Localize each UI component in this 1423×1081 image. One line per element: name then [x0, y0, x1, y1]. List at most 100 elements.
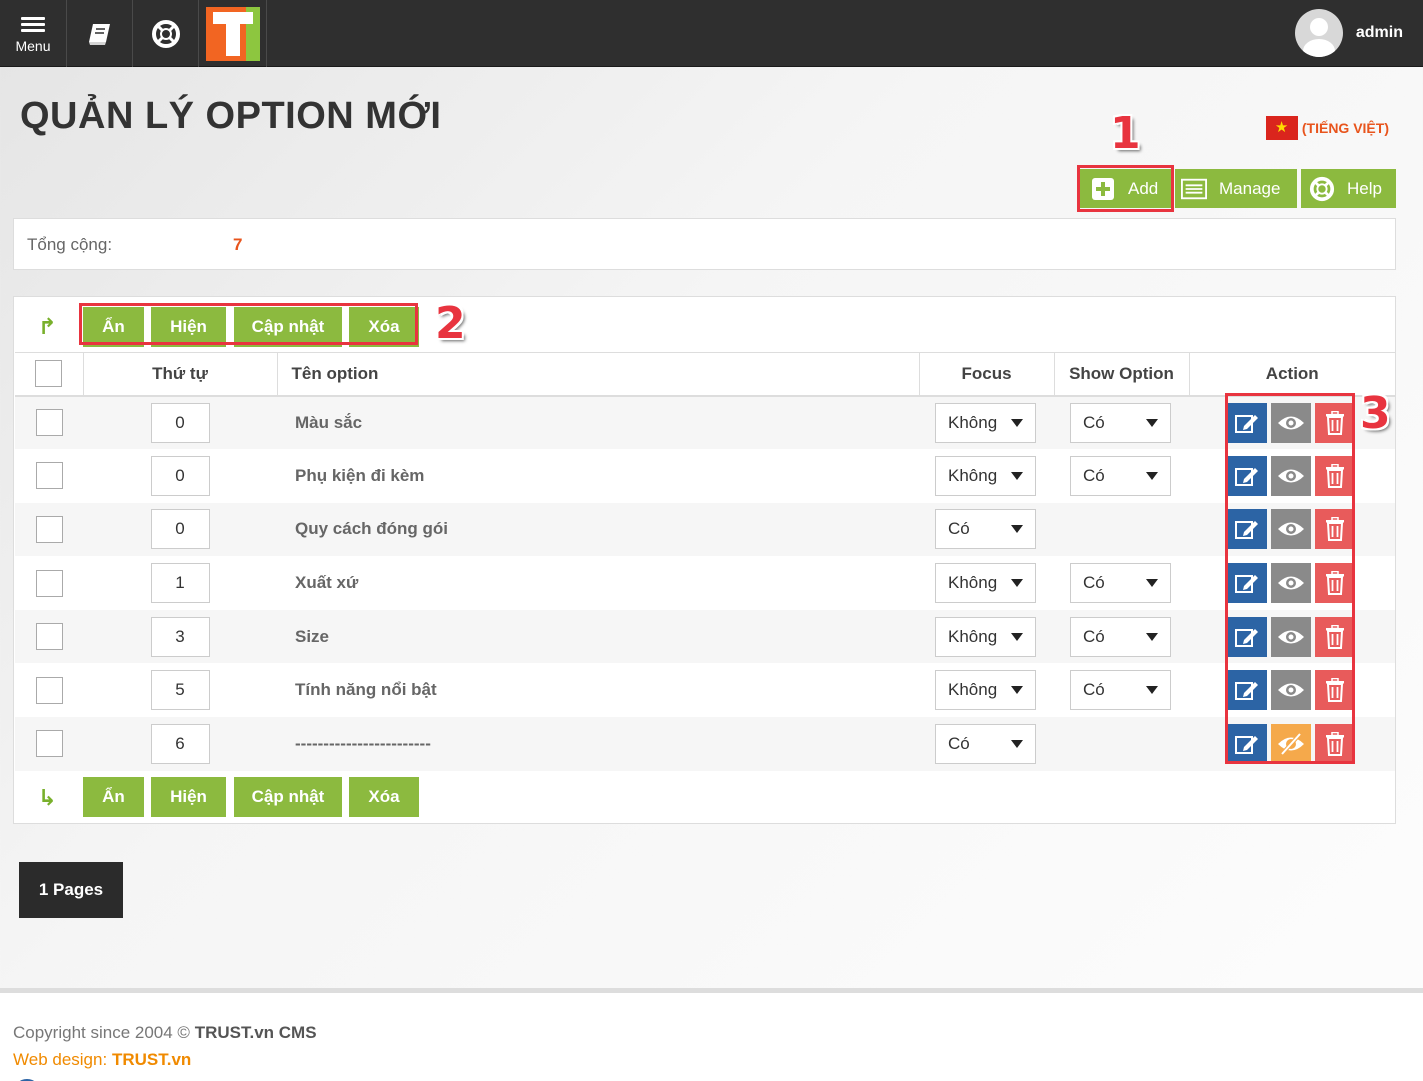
order-input[interactable]: 0: [150, 509, 210, 550]
annotation-3: 3: [1360, 388, 1391, 439]
show-button-bottom[interactable]: Hiện: [151, 777, 226, 817]
option-name: Xuất xứ: [277, 556, 919, 610]
order-cell: 0: [83, 395, 277, 450]
focus-select[interactable]: Không: [935, 402, 1036, 443]
show-option-cell: [1054, 502, 1189, 557]
table-row: 3 Size Không Có: [15, 609, 1395, 664]
add-label: Add: [1128, 178, 1159, 198]
annotation-box-2: [79, 303, 418, 345]
top-navbar: Menu admin: [0, 0, 1423, 67]
webdesign-link[interactable]: TRUST.vn: [112, 1050, 191, 1069]
show-option-select[interactable]: Có: [1070, 563, 1171, 604]
language-switcher[interactable]: ★ (TIẾNG VIỆT): [1265, 116, 1389, 140]
caret-down-icon: [1146, 579, 1158, 588]
caret-down-icon: [1011, 739, 1023, 748]
trust-logo-link[interactable]: [199, 0, 267, 67]
annotation-box-3: [1225, 393, 1355, 764]
table-row: 6 ------------------------ Có: [15, 717, 1395, 771]
focus-cell: Không: [919, 609, 1054, 664]
show-option-select[interactable]: Có: [1070, 402, 1171, 443]
caret-down-icon: [1146, 471, 1158, 480]
focus-select[interactable]: Có: [935, 723, 1036, 764]
focus-select[interactable]: Không: [935, 670, 1036, 711]
order-input[interactable]: 1: [150, 563, 210, 604]
order-input[interactable]: 0: [150, 455, 210, 496]
caret-down-icon: [1011, 418, 1023, 427]
book-button[interactable]: [67, 0, 133, 67]
option-name: ------------------------: [277, 717, 919, 771]
help-top-button[interactable]: [133, 0, 199, 67]
row-checkbox[interactable]: [35, 569, 63, 597]
table-header-row: Thứ tự Tên option Focus Show Option Acti…: [15, 352, 1395, 397]
footer: Copyright since 2004 © TRUST.vn CMS Web …: [0, 988, 1423, 1081]
header-name: Tên option: [276, 352, 919, 397]
row-checkbox[interactable]: [35, 515, 63, 543]
order-input[interactable]: 0: [150, 402, 210, 443]
focus-value: Không: [948, 465, 998, 485]
manage-label: Manage: [1219, 178, 1281, 198]
row-checkbox[interactable]: [35, 409, 63, 437]
table-row: 0 Quy cách đóng gói Có: [15, 502, 1395, 557]
pagination-button[interactable]: 1 Pages: [19, 862, 123, 918]
page-title: QUẢN LÝ OPTION MỚI: [20, 95, 442, 137]
show-option-select[interactable]: Có: [1070, 670, 1171, 711]
webdesign-text: Web design: TRUST.vn: [13, 1050, 191, 1070]
show-option-cell: Có: [1054, 395, 1189, 450]
row-checkbox[interactable]: [35, 730, 63, 758]
option-name: Tính năng nổi bật: [277, 663, 919, 718]
arrow-turn-icon: ↱: [38, 314, 57, 339]
order-input[interactable]: 5: [150, 670, 210, 711]
focus-select[interactable]: Không: [935, 616, 1036, 657]
select-cell: [15, 556, 83, 610]
option-name: Màu sắc: [277, 395, 919, 450]
vietnam-flag-icon: ★: [1265, 116, 1298, 140]
focus-value: Không: [948, 412, 998, 432]
order-cell: 6: [83, 717, 277, 771]
select-all-checkbox[interactable]: [35, 360, 63, 388]
row-checkbox[interactable]: [35, 676, 63, 704]
menu-button[interactable]: Menu: [0, 0, 67, 67]
copyright-prefix: Copyright since 2004 ©: [13, 1023, 190, 1042]
total-label: Tổng cộng:: [27, 235, 113, 254]
row-checkbox[interactable]: [35, 462, 63, 490]
caret-down-icon: [1011, 579, 1023, 588]
header-order: Thứ tự: [82, 352, 277, 397]
focus-select[interactable]: Không: [935, 455, 1036, 496]
focus-select[interactable]: Không: [935, 563, 1036, 604]
show-option-select[interactable]: Có: [1070, 455, 1171, 496]
delete-button-bottom[interactable]: Xóa: [349, 777, 419, 817]
order-input[interactable]: 3: [150, 616, 210, 657]
caret-down-icon: [1011, 471, 1023, 480]
user-menu[interactable]: admin: [1294, 9, 1403, 57]
show-option-select[interactable]: Có: [1070, 616, 1171, 657]
add-button[interactable]: Add: [1080, 169, 1171, 208]
select-all-cell: [15, 352, 83, 397]
header-show-option: Show Option: [1053, 352, 1189, 397]
table-body: 0 Màu sắc Không Có 0 Phụ kiện đi kèm Không Có 0 Q…: [15, 395, 1395, 771]
caret-down-icon: [1146, 686, 1158, 695]
annotation-2: 2: [435, 298, 466, 349]
show-option-value: Có: [1083, 412, 1105, 432]
focus-cell: Không: [919, 395, 1054, 450]
menu-label: Menu: [15, 37, 51, 54]
row-checkbox[interactable]: [35, 623, 63, 651]
order-input[interactable]: 6: [150, 723, 210, 764]
summary-panel: Tổng cộng: 7: [13, 218, 1396, 270]
options-panel: ↱ Ẩn Hiện Cập nhật Xóa Thứ tự Tên option…: [13, 296, 1396, 824]
lifebuoy-icon: [1309, 176, 1335, 202]
username: admin: [1355, 24, 1403, 41]
annotation-1: 1: [1110, 108, 1141, 159]
manage-button[interactable]: Manage: [1175, 169, 1297, 208]
caret-down-icon: [1011, 632, 1023, 641]
update-button-bottom[interactable]: Cập nhật: [234, 777, 342, 817]
order-cell: 0: [83, 502, 277, 557]
select-cell: [15, 663, 83, 718]
focus-cell: Không: [919, 556, 1054, 610]
option-name: Quy cách đóng gói: [277, 502, 919, 557]
show-option-cell: Có: [1054, 663, 1189, 718]
hide-button-bottom[interactable]: Ẩn: [83, 777, 144, 817]
help-button[interactable]: Help: [1301, 169, 1396, 208]
focus-select[interactable]: Có: [935, 509, 1036, 550]
focus-value: Có: [948, 519, 970, 539]
option-name: Size: [277, 609, 919, 664]
